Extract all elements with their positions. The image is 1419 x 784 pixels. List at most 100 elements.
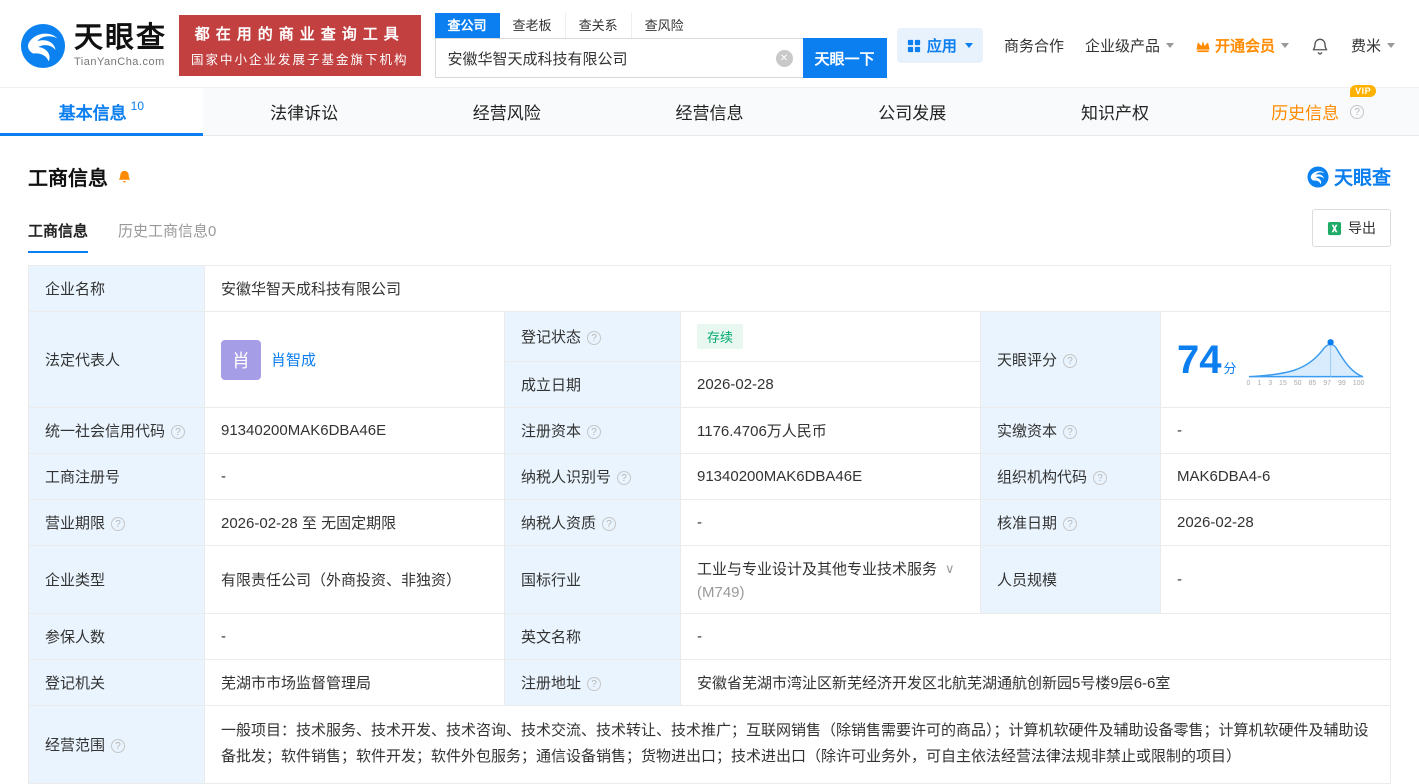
reg-number-label: 工商注册号 — [29, 454, 205, 500]
export-button[interactable]: 导出 — [1312, 209, 1391, 247]
brand-watermark: 天眼查 — [1307, 163, 1391, 190]
search-tab-company[interactable]: 查公司 — [435, 13, 500, 38]
table-row: 企业名称 安徽华智天成科技有限公司 — [29, 266, 1391, 312]
subtab-history-business-info[interactable]: 历史工商信息0 — [118, 220, 216, 253]
tab-intellectual-property[interactable]: 知识产权 — [1014, 88, 1217, 135]
table-row: 企业类型 有限责任公司（外商投资、非独资） 国标行业 工业与专业设计及其他专业技… — [29, 546, 1391, 614]
industry-label: 国标行业 — [505, 546, 681, 614]
business-info-table: 企业名称 安徽华智天成科技有限公司 法定代表人 肖 肖智成 登记状态? 存续 天… — [28, 265, 1391, 784]
tab-basic-info[interactable]: 基本信息 10 — [0, 88, 203, 135]
search-tab-risk[interactable]: 查风险 — [632, 13, 697, 38]
company-name-label: 企业名称 — [29, 266, 205, 312]
help-icon[interactable]: ? — [111, 739, 125, 753]
nav-user-menu[interactable]: 费米 — [1351, 35, 1395, 56]
search-input[interactable] — [446, 49, 776, 68]
help-icon[interactable]: ? — [617, 471, 631, 485]
avatar[interactable]: 肖 — [221, 340, 261, 380]
status-badge: 存续 — [697, 324, 743, 349]
help-icon[interactable]: ? — [1063, 517, 1077, 531]
legal-rep-label: 法定代表人 — [29, 312, 205, 408]
excel-icon — [1327, 221, 1342, 236]
help-icon[interactable]: ? — [111, 517, 125, 531]
promo-line2: 国家中小企业发展子基金旗下机构 — [191, 49, 409, 68]
help-icon[interactable]: ? — [587, 331, 601, 345]
table-row: 经营范围? 一般项目：技术服务、技术开发、技术咨询、技术交流、技术转让、技术推广… — [29, 706, 1391, 784]
score-unit: 分 — [1224, 358, 1237, 377]
cooperation-label: 商务合作 — [1004, 35, 1064, 56]
tianyancha-logo-icon — [20, 23, 66, 69]
table-row: 营业期限? 2026-02-28 至 无固定期限 纳税人资质? - 核准日期? … — [29, 500, 1391, 546]
address-label: 注册地址? — [505, 660, 681, 706]
approval-date-label: 核准日期? — [981, 500, 1161, 546]
english-name-value: - — [681, 614, 1391, 660]
section-title: 工商信息 — [28, 162, 108, 191]
help-icon[interactable]: ? — [602, 517, 616, 531]
table-row: 法定代表人 肖 肖智成 登记状态? 存续 天眼评分? 74 分 — [29, 312, 1391, 362]
company-detail-tabs: 基本信息 10 法律诉讼 经营风险 经营信息 公司发展 知识产权 历史信息 ? … — [0, 87, 1419, 136]
tab-operation-risk[interactable]: 经营风险 — [405, 88, 608, 135]
search-input-wrap: ✕ — [435, 38, 803, 78]
insured-count-value: - — [205, 614, 505, 660]
promo-banner: 都在用的商业查询工具 国家中小企业发展子基金旗下机构 — [179, 15, 421, 76]
clear-icon[interactable]: ✕ — [776, 50, 793, 67]
score-label: 天眼评分? — [981, 312, 1161, 408]
business-scope-label: 经营范围? — [29, 706, 205, 784]
tab-legal-litigation-label: 法律诉讼 — [270, 99, 338, 124]
chevron-down-icon — [1281, 43, 1289, 48]
tab-company-development[interactable]: 公司发展 — [811, 88, 1014, 135]
export-label: 导出 — [1348, 218, 1376, 238]
address-value: 安徽省芜湖市湾沚区新芜经济开发区北航芜湖通航创新园5号楼9层6-6室 — [681, 660, 1391, 706]
reg-status-label: 登记状态? — [505, 312, 681, 362]
staff-size-label: 人员规模 — [981, 546, 1161, 614]
reg-number-value: - — [205, 454, 505, 500]
legal-rep-cell: 肖 肖智成 — [205, 312, 505, 408]
business-term-label: 营业期限? — [29, 500, 205, 546]
nav-enterprise[interactable]: 企业级产品 — [1085, 35, 1174, 56]
paid-capital-value: - — [1161, 408, 1391, 454]
chevron-down-icon[interactable]: ∨ — [945, 561, 955, 577]
legal-rep-link[interactable]: 肖智成 — [271, 349, 316, 370]
nav-cooperation[interactable]: 商务合作 — [1004, 35, 1064, 56]
chevron-down-icon — [1387, 43, 1395, 48]
help-icon[interactable]: ? — [1063, 425, 1077, 439]
industry-cell: 工业与专业设计及其他专业技术服务 ∨ (M749) — [681, 546, 981, 614]
help-icon[interactable]: ? — [587, 425, 601, 439]
subscribe-bell-icon[interactable] — [116, 168, 133, 185]
top-header: 天眼查 TianYanCha.com 都在用的商业查询工具 国家中小企业发展子基… — [0, 0, 1419, 87]
reg-status-cell: 存续 — [681, 312, 981, 362]
apps-button[interactable]: 应用 — [897, 28, 983, 63]
taxpayer-quality-value: - — [681, 500, 981, 546]
help-icon[interactable]: ? — [1350, 105, 1364, 119]
tianyancha-logo[interactable]: 天眼查 TianYanCha.com — [20, 23, 167, 69]
search-tab-relation[interactable]: 查关系 — [566, 13, 632, 38]
search-button[interactable]: 天眼一下 — [803, 38, 887, 78]
search-block: 查公司 查老板 查关系 查风险 ✕ 天眼一下 — [435, 13, 887, 78]
tab-operation-info[interactable]: 经营信息 — [608, 88, 811, 135]
tab-legal-litigation[interactable]: 法律诉讼 — [203, 88, 406, 135]
taxpayer-id-value: 91340200MAK6DBA46E — [681, 454, 981, 500]
notification-bell-icon[interactable] — [1310, 36, 1330, 56]
table-row: 参保人数 - 英文名称 - — [29, 614, 1391, 660]
insured-count-label: 参保人数 — [29, 614, 205, 660]
subtab-row: 工商信息 历史工商信息0 导出 — [0, 191, 1419, 253]
apps-label: 应用 — [927, 35, 957, 56]
score-cell: 74 分 0131550859799100 — [1161, 312, 1391, 408]
help-icon[interactable]: ? — [171, 425, 185, 439]
taxpayer-quality-label: 纳税人资质? — [505, 500, 681, 546]
approval-date-value: 2026-02-28 — [1161, 500, 1391, 546]
brand-text: 天眼查 — [1334, 163, 1391, 190]
tab-operation-risk-label: 经营风险 — [473, 99, 541, 124]
search-tab-boss[interactable]: 查老板 — [500, 13, 566, 38]
search-tabs: 查公司 查老板 查关系 查风险 — [435, 13, 887, 38]
help-icon[interactable]: ? — [1093, 471, 1107, 485]
logo-text-cn: 天眼查 — [74, 24, 167, 53]
establish-date-label: 成立日期 — [505, 362, 681, 408]
tab-history-info[interactable]: 历史信息 ? VIP — [1216, 88, 1419, 135]
nav-vip-upgrade[interactable]: 开通会员 — [1195, 35, 1289, 56]
subtab-business-info[interactable]: 工商信息 — [28, 220, 88, 253]
help-icon[interactable]: ? — [587, 677, 601, 691]
help-icon[interactable]: ? — [1063, 354, 1077, 368]
logo-text-en: TianYanCha.com — [74, 56, 167, 68]
business-term-value: 2026-02-28 至 无固定期限 — [205, 500, 505, 546]
crown-icon — [1195, 39, 1211, 53]
